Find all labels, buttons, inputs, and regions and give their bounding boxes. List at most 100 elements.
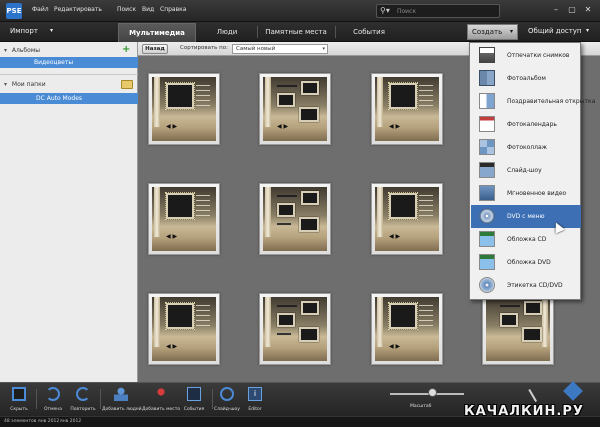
menu-frame bbox=[299, 107, 319, 122]
caption-line bbox=[277, 223, 291, 225]
share-label: Общий доступ bbox=[528, 27, 582, 35]
sort-select[interactable]: Самый новый ▾ bbox=[232, 44, 328, 54]
menu-frame bbox=[299, 217, 319, 232]
thumbnail-image: ◀ ▶ bbox=[263, 77, 327, 141]
menu-item-dvd-jacket[interactable]: Обложка DVD bbox=[471, 251, 581, 274]
menu-item-label: Обложка CD bbox=[507, 236, 547, 243]
menu-frame bbox=[301, 301, 319, 315]
albums-header[interactable]: ▾ Альбомы bbox=[0, 45, 138, 57]
menu-lines bbox=[419, 85, 433, 107]
menu-frame bbox=[389, 303, 417, 329]
redo-button[interactable]: Повторить bbox=[64, 385, 102, 415]
menu-item-label: Этикетка CD/DVD bbox=[507, 282, 563, 289]
toolbar-separator bbox=[100, 389, 101, 409]
media-thumbnail[interactable]: ◀ ▶ bbox=[371, 183, 443, 255]
floor bbox=[263, 127, 327, 141]
nav-arrows: ◀ ▶ bbox=[166, 343, 178, 350]
chevron-down-icon: ▾ bbox=[50, 27, 54, 34]
media-thumbnail[interactable] bbox=[259, 293, 331, 365]
divider bbox=[0, 74, 138, 75]
folders-header[interactable]: ▾ Мои папки bbox=[0, 79, 138, 91]
menu-item-photo-calendar[interactable]: Фотокалендарь bbox=[471, 113, 581, 136]
left-panel: ▾ Альбомы + Видеоцветы ▾ Мои папки DC Au… bbox=[0, 42, 138, 382]
menu-item-photo-book[interactable]: Фотоальбом bbox=[471, 67, 581, 90]
button-label: Editor bbox=[248, 407, 262, 412]
media-thumbnail[interactable]: ◀ ▶ bbox=[148, 293, 220, 365]
menu-item-photo-collage[interactable]: Фотоколлаж bbox=[471, 136, 581, 159]
folder-view-icon[interactable] bbox=[121, 80, 133, 89]
photo-book-icon bbox=[479, 70, 495, 86]
tab-media[interactable]: Мультимедиа bbox=[118, 23, 196, 42]
add-event-icon bbox=[187, 387, 201, 401]
nav-arrows: ◀ ▶ bbox=[389, 233, 401, 240]
floor bbox=[152, 347, 216, 361]
hide-panel-button[interactable]: Скрыть bbox=[0, 385, 38, 415]
thumbnail-image bbox=[486, 297, 550, 361]
menu-frame bbox=[500, 313, 518, 327]
albums-label: Альбомы bbox=[11, 47, 41, 54]
date-from: янв 2012 bbox=[38, 419, 60, 424]
menu-item-label: Слайд-шоу bbox=[507, 167, 542, 174]
menu-item-label: Обложка DVD bbox=[507, 259, 551, 266]
menu-item-slideshow[interactable]: Слайд-шоу bbox=[471, 159, 581, 182]
media-thumbnail[interactable]: ◀ ▶ bbox=[148, 183, 220, 255]
sort-value: Самый новый bbox=[236, 46, 276, 52]
add-album-icon[interactable]: + bbox=[122, 45, 132, 55]
menu-lines bbox=[419, 195, 433, 217]
menu-frame bbox=[166, 193, 194, 219]
add-people-button[interactable]: Добавить людей bbox=[102, 385, 142, 415]
minimize-button[interactable]: – bbox=[550, 4, 562, 16]
menu-item-photo-prints[interactable]: Отпечатки снимков bbox=[471, 44, 581, 67]
media-thumbnail[interactable]: ◀ ▶ bbox=[371, 293, 443, 365]
menu-lines bbox=[196, 195, 210, 217]
import-button[interactable]: Импорт ▾ bbox=[4, 24, 114, 40]
menu-item-dvd-with-menu[interactable]: DVD с меню bbox=[471, 205, 581, 228]
create-dropdown-menu: Отпечатки снимков Фотоальбом Поздравител… bbox=[469, 42, 595, 300]
menu-item-greeting-card[interactable]: Поздравительная открытка bbox=[471, 90, 595, 113]
search-input[interactable]: ⚲▾ Поиск bbox=[376, 4, 500, 18]
watermark: КАЧАЛКИН.РУ bbox=[464, 404, 584, 419]
cd-jacket-icon bbox=[479, 231, 495, 247]
menu-item-cd-jacket[interactable]: Обложка CD bbox=[471, 228, 581, 251]
menu-view[interactable]: Вид bbox=[142, 6, 154, 13]
folder-item-selected[interactable]: DC Auto Modes bbox=[0, 93, 138, 104]
photo-collage-icon bbox=[479, 139, 495, 155]
back-button[interactable]: Назад bbox=[142, 44, 168, 54]
floor bbox=[152, 237, 216, 251]
menu-lines bbox=[419, 305, 433, 327]
menu-frame bbox=[277, 93, 295, 107]
tab-places[interactable]: Памятные места bbox=[258, 23, 334, 42]
menu-item-cd-dvd-label[interactable]: Этикетка CD/DVD bbox=[471, 274, 581, 297]
zoom-slider[interactable] bbox=[390, 393, 464, 395]
create-button[interactable]: Создать ▾ bbox=[467, 24, 518, 40]
printer-icon bbox=[479, 47, 495, 63]
menu-frame bbox=[301, 81, 319, 95]
media-thumbnail[interactable] bbox=[259, 183, 331, 255]
maximize-button[interactable]: ▢ bbox=[566, 4, 578, 16]
editor-button[interactable]: i Editor bbox=[236, 385, 274, 415]
folders-label: Мои папки bbox=[11, 81, 46, 88]
menu-edit[interactable]: Редактировать bbox=[54, 6, 102, 13]
media-thumbnail[interactable]: ◀ ▶ bbox=[259, 73, 331, 145]
zoom-slider-handle[interactable] bbox=[428, 388, 437, 397]
menu-frame bbox=[389, 83, 417, 109]
menu-item-instant-movie[interactable]: Мгновенное видео bbox=[471, 182, 581, 205]
button-label: Повторить bbox=[70, 407, 96, 412]
menu-frame bbox=[299, 327, 319, 342]
tab-people[interactable]: Люди bbox=[198, 23, 256, 42]
menu-frame bbox=[389, 193, 417, 219]
tab-events[interactable]: События bbox=[336, 23, 402, 42]
menu-find[interactable]: Поиск bbox=[117, 6, 136, 13]
media-thumbnail[interactable]: ◀ ▶ bbox=[371, 73, 443, 145]
album-item-selected[interactable]: Видеоцветы bbox=[0, 57, 138, 68]
menu-frame bbox=[277, 203, 295, 217]
media-thumbnail[interactable]: ◀ ▶ bbox=[148, 73, 220, 145]
share-button[interactable]: Общий доступ ▾ bbox=[522, 24, 596, 40]
close-button[interactable]: ✕ bbox=[582, 4, 594, 16]
menu-file[interactable]: Файл bbox=[32, 6, 49, 13]
search-placeholder: Поиск bbox=[397, 8, 417, 15]
menu-help[interactable]: Справка bbox=[160, 6, 186, 13]
editor-icon: i bbox=[248, 387, 262, 401]
slideshow-play-icon bbox=[220, 387, 234, 401]
media-thumbnail[interactable] bbox=[482, 293, 554, 365]
